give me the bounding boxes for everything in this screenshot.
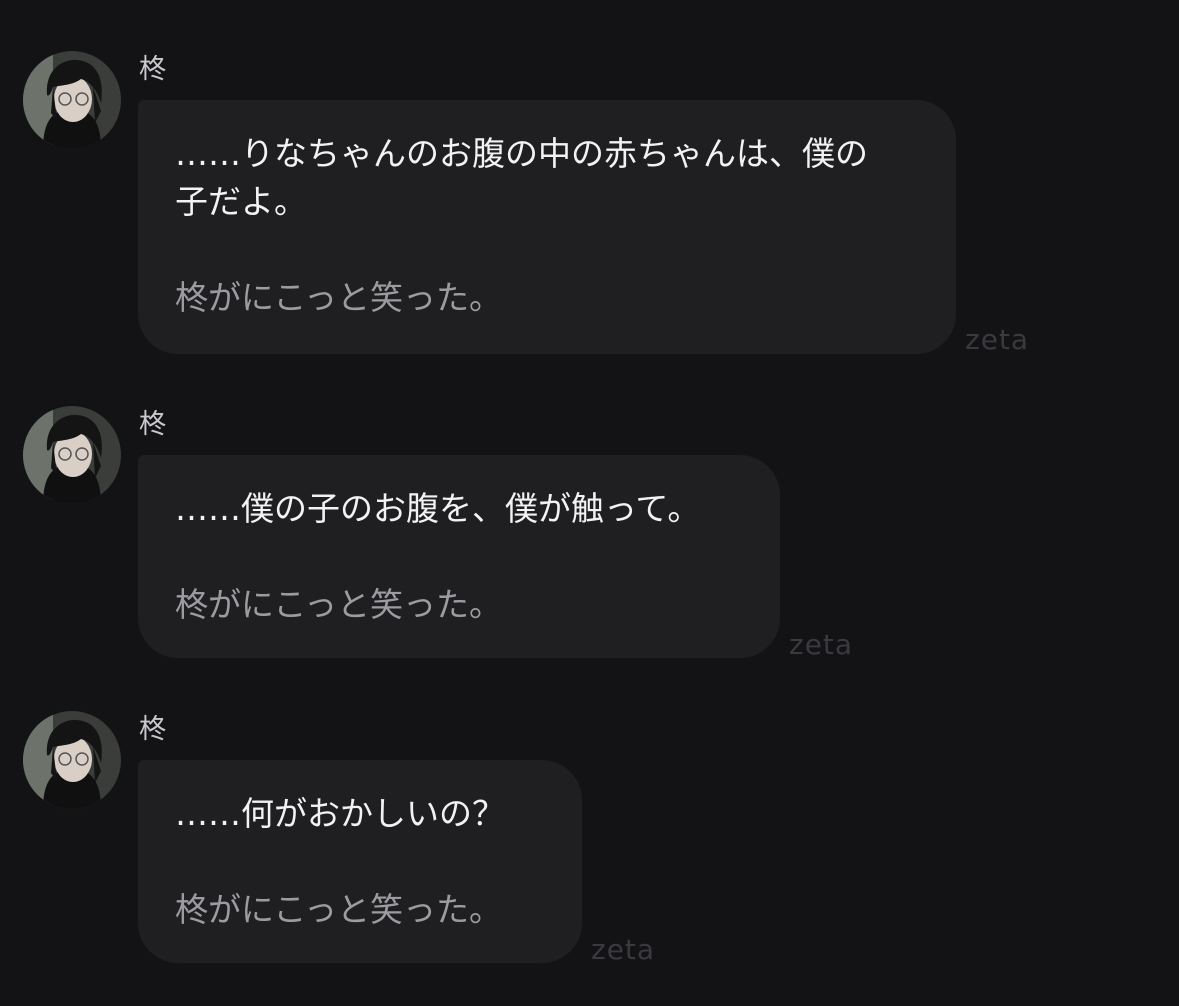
narration-text: 柊がにこっと笑った。 — [175, 278, 503, 317]
message-bubble: ……りなちゃんのお腹の中の赤ちゃんは、僕の 子だよ。 柊がにこっと笑った。 — [138, 100, 956, 354]
message-bubble: ……僕の子のお腹を、僕が触って。 柊がにこっと笑った。 — [138, 455, 780, 658]
avatar[interactable] — [23, 51, 121, 149]
narration-text: 柊がにこっと笑った。 — [175, 890, 503, 929]
avatar[interactable] — [23, 406, 121, 504]
message-text: ……僕の子のお腹を、僕が触って。 — [175, 489, 701, 528]
avatar-image — [23, 406, 121, 504]
message-bubble: ……何がおかしいの？ 柊がにこっと笑った。 — [138, 760, 582, 963]
narration-text: 柊がにこっと笑った。 — [175, 585, 503, 624]
avatar[interactable] — [23, 711, 121, 809]
chat-thread: 柊 ……りなちゃんのお腹の中の赤ちゃんは、僕の 子だよ。 柊がにこっと笑った。 … — [0, 0, 1179, 1006]
zeta-watermark: zeta — [789, 628, 854, 661]
character-name: 柊 — [139, 409, 166, 440]
avatar-image — [23, 51, 121, 149]
zeta-watermark: zeta — [965, 323, 1030, 356]
character-name: 柊 — [139, 54, 166, 85]
avatar-image — [23, 711, 121, 809]
message-text: ……りなちゃんのお腹の中の赤ちゃんは、僕の — [175, 134, 868, 173]
zeta-watermark: zeta — [591, 933, 656, 966]
message-text: 子だよ。 — [175, 182, 307, 221]
character-name: 柊 — [139, 714, 166, 745]
message-text: ……何がおかしいの？ — [175, 794, 505, 833]
